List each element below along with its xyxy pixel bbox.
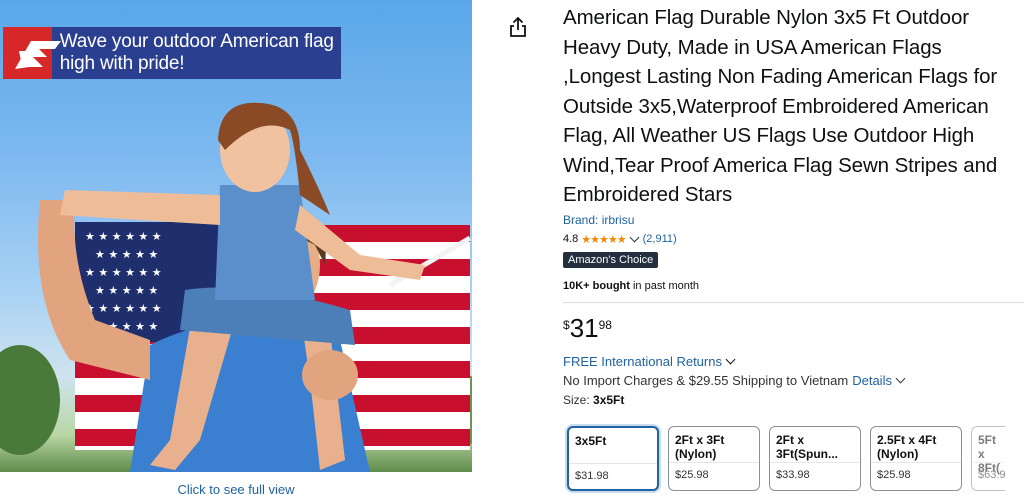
price-currency: $ — [563, 317, 570, 332]
size-option-price: $25.98 — [675, 469, 709, 481]
divider — [972, 462, 1005, 463]
size-option-name: 3x5Ft — [575, 434, 607, 448]
chevron-down-icon[interactable] — [895, 373, 906, 384]
size-selector-label: Size: 3x5Ft — [563, 393, 1024, 407]
size-value: 3x5Ft — [593, 392, 625, 407]
size-option-5x8[interactable]: 5Ft x 8Ft( $63.9 — [971, 426, 1005, 491]
see-full-view-link[interactable]: Click to see full view — [0, 482, 472, 495]
price-whole: 31 — [569, 312, 599, 343]
size-option-2-5x4-nylon[interactable]: 2.5Ft x 4Ft (Nylon) $25.98 — [870, 426, 962, 491]
svg-text:★ ★ ★ ★ ★: ★ ★ ★ ★ ★ — [95, 284, 158, 297]
price: $ 31 98 — [563, 315, 1024, 341]
divider — [563, 301, 1024, 303]
promo-banner: Wave your outdoor American flag high wit… — [3, 27, 341, 79]
product-details: American Flag Durable Nylon 3x5 Ft Outdo… — [563, 3, 1024, 407]
bought-bold: 10K+ bought — [563, 279, 630, 292]
bought-count: 10K+ bought in past month — [563, 280, 1024, 292]
brand-link[interactable]: Brand: irbrisu — [563, 213, 1024, 227]
size-option-price: $33.98 — [776, 469, 810, 481]
shipping-info: No Import Charges & $29.55 Shipping to V… — [563, 373, 1024, 388]
size-options: 3x5Ft $31.98 2Ft x 3Ft (Nylon) $25.98 2F… — [567, 426, 1005, 491]
size-label: Size: — [563, 392, 594, 407]
amazons-choice-badge: Amazon's Choice — [563, 251, 659, 268]
svg-text:★ ★ ★ ★ ★ ★: ★ ★ ★ ★ ★ ★ — [85, 230, 162, 243]
size-option-2x3-spun[interactable]: 2Ft x 3Ft(Spun... $33.98 — [769, 426, 861, 491]
share-icon[interactable] — [508, 16, 528, 38]
size-option-name: 2Ft x 3Ft (Nylon) — [675, 433, 725, 461]
banner-text: Wave your outdoor American flag high wit… — [59, 31, 334, 74]
divider — [669, 462, 759, 463]
product-title: American Flag Durable Nylon 3x5 Ft Outdo… — [563, 6, 998, 206]
product-image[interactable]: ★ ★ ★ ★ ★ ★ ★ ★ ★ ★ ★ ★ ★ ★ ★ ★ ★ ★ ★ ★ … — [0, 0, 472, 472]
star-rating-icon[interactable]: ★★★★★ — [581, 233, 626, 246]
free-returns-link[interactable]: FREE International Returns — [563, 354, 1024, 369]
size-option-price: $25.98 — [877, 469, 911, 481]
size-option-name: 2Ft x 3Ft(Spun... — [776, 433, 838, 461]
size-option-price: $31.98 — [575, 470, 609, 482]
size-option-name: 2.5Ft x 4Ft (Nylon) — [877, 433, 937, 461]
price-fraction: 98 — [598, 317, 612, 332]
rating-count-link[interactable]: (2,911) — [643, 233, 677, 245]
svg-text:★ ★ ★ ★ ★ ★: ★ ★ ★ ★ ★ ★ — [85, 266, 162, 279]
shipping-details-link[interactable]: Details — [852, 373, 892, 388]
size-option-3x5ft[interactable]: 3x5Ft $31.98 — [567, 426, 659, 491]
svg-text:★ ★ ★ ★ ★: ★ ★ ★ ★ ★ — [95, 248, 158, 261]
svg-text:★ ★ ★ ★ ★ ★: ★ ★ ★ ★ ★ ★ — [85, 302, 162, 315]
rating-value: 4.8 — [563, 233, 579, 245]
rating-row: 4.8 ★★★★★ (2,911) — [563, 232, 1024, 246]
returns-label: FREE International Returns — [563, 353, 722, 369]
divider — [770, 462, 860, 463]
size-option-price: $63.9 — [978, 469, 1005, 481]
bought-rest: in past month — [629, 279, 700, 292]
size-option-2x3-nylon[interactable]: 2Ft x 3Ft (Nylon) $25.98 — [668, 426, 760, 491]
chevron-down-icon[interactable] — [725, 354, 736, 365]
divider — [569, 463, 657, 464]
chevron-down-icon[interactable] — [629, 232, 640, 243]
divider — [871, 462, 961, 463]
eagle-logo-icon — [3, 27, 61, 79]
shipping-text: No Import Charges & $29.55 Shipping to V… — [563, 372, 849, 388]
